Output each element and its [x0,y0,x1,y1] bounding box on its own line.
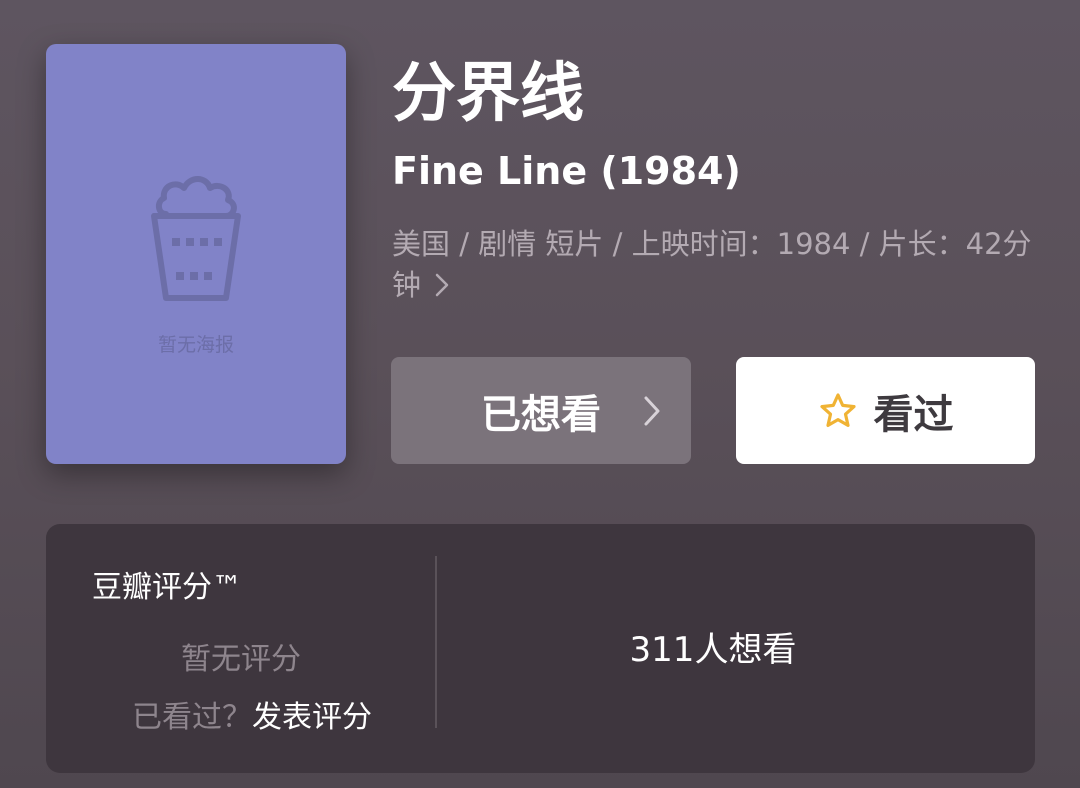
douban-rating-label: 豆瓣评分™ [92,570,242,605]
poster-placeholder[interactable]: 暂无海报 [46,44,346,464]
rating-divider [435,556,437,728]
poster-placeholder-text: 暂无海报 [157,334,234,356]
chevron-right-icon [644,396,660,426]
wish-count[interactable]: 311人想看 [438,622,988,671]
watched-button[interactable]: 看过 [736,357,1035,464]
no-rating-text: 暂无评分 [181,642,301,677]
watched-button-label: 看过 [873,391,954,438]
rating-card: 豆瓣评分™ 暂无评分 已看过？发表评分 311人想看 [46,524,1035,773]
post-rating-link[interactable]: 发表评分 [252,700,372,735]
wish-button[interactable]: 已想看 [391,357,691,464]
star-outline-icon [818,391,858,431]
movie-meta-info[interactable]: 美国 / 剧情 短片 / 上映时间：1984 / 片长：42分钟 [392,224,1032,306]
rate-prompt: 已看过？发表评分 [132,692,372,736]
wish-button-label: 已想看 [481,391,601,438]
popcorn-bucket-icon [151,176,241,301]
movie-meta-text: 美国 / 剧情 短片 / 上映时间：1984 / 片长：42分钟 [392,227,1032,302]
watched-prompt-text: 已看过？ [132,700,252,735]
chevron-right-icon [435,273,449,297]
movie-original-title: Fine Line (1984) [392,149,741,193]
movie-title: 分界线 [392,57,584,131]
